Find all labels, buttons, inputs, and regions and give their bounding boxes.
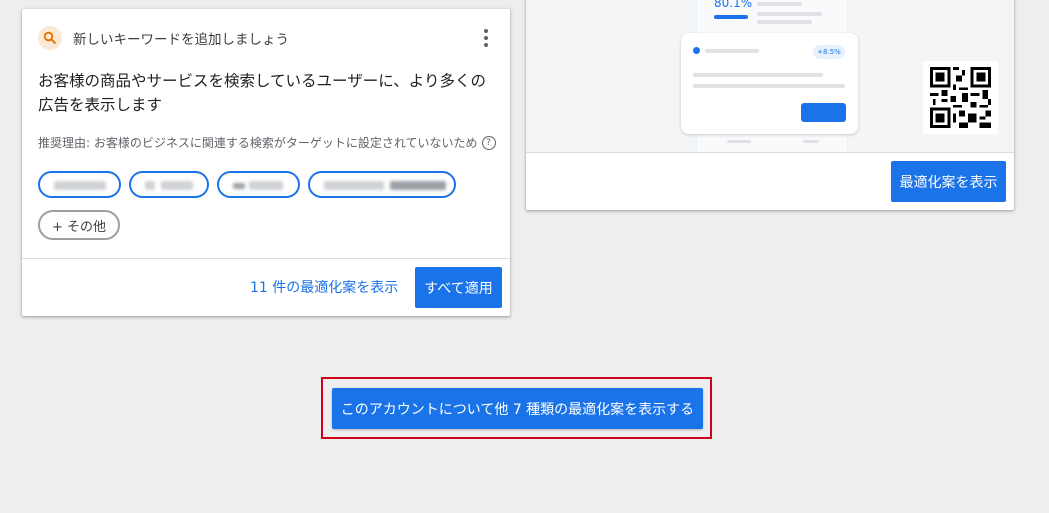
more-vert-icon[interactable] bbox=[478, 29, 494, 47]
show-suggestions-button[interactable]: 最適化案を表示 bbox=[891, 161, 1006, 202]
view-suggestions-link[interactable]: 11 件の最適化案を表示 bbox=[250, 277, 398, 297]
keyword-chip[interactable] bbox=[308, 171, 456, 198]
keyword-chip[interactable] bbox=[217, 171, 300, 198]
suggestion-reason: 推奨理由: お客様のビジネスに関連する検索がターゲットに設定されていないため ? bbox=[38, 134, 496, 151]
card-description: お客様の商品やサービスを検索しているユーザーに、より多くの広告を表示します bbox=[38, 72, 486, 114]
keyword-suggestion-card: 新しいキーワードを追加しましょう お客様の商品やサービスを検索しているユーザーに… bbox=[22, 9, 510, 316]
more-suggestion-types-button[interactable]: このアカウントについて他 7 種類の最適化案を表示する bbox=[332, 388, 703, 429]
illustration-badge: +8.5% bbox=[813, 45, 845, 59]
help-icon[interactable]: ? bbox=[481, 135, 496, 150]
illustration-percent: 80.1% bbox=[714, 0, 753, 10]
card-header: 新しいキーワードを追加しましょう bbox=[38, 26, 289, 50]
search-icon bbox=[38, 26, 62, 50]
qr-code bbox=[923, 61, 998, 134]
reason-text: 推奨理由: お客様のビジネスに関連する検索がターゲットに設定されていないため bbox=[38, 136, 478, 150]
keyword-chip[interactable] bbox=[38, 171, 121, 198]
preview-suggestion-card: 80.1% +8.5% 最適化案を表示 bbox=[526, 0, 1014, 210]
illustration-card: +8.5% bbox=[681, 33, 858, 134]
divider bbox=[22, 258, 510, 259]
apply-all-button[interactable]: すべて適用 bbox=[415, 267, 502, 308]
divider bbox=[526, 152, 1014, 153]
keyword-chip[interactable] bbox=[129, 171, 209, 198]
card-title: 新しいキーワードを追加しましょう bbox=[73, 32, 289, 48]
illustration: 80.1% +8.5% bbox=[526, 0, 1014, 152]
more-keywords-chip[interactable]: + その他 bbox=[38, 210, 121, 240]
